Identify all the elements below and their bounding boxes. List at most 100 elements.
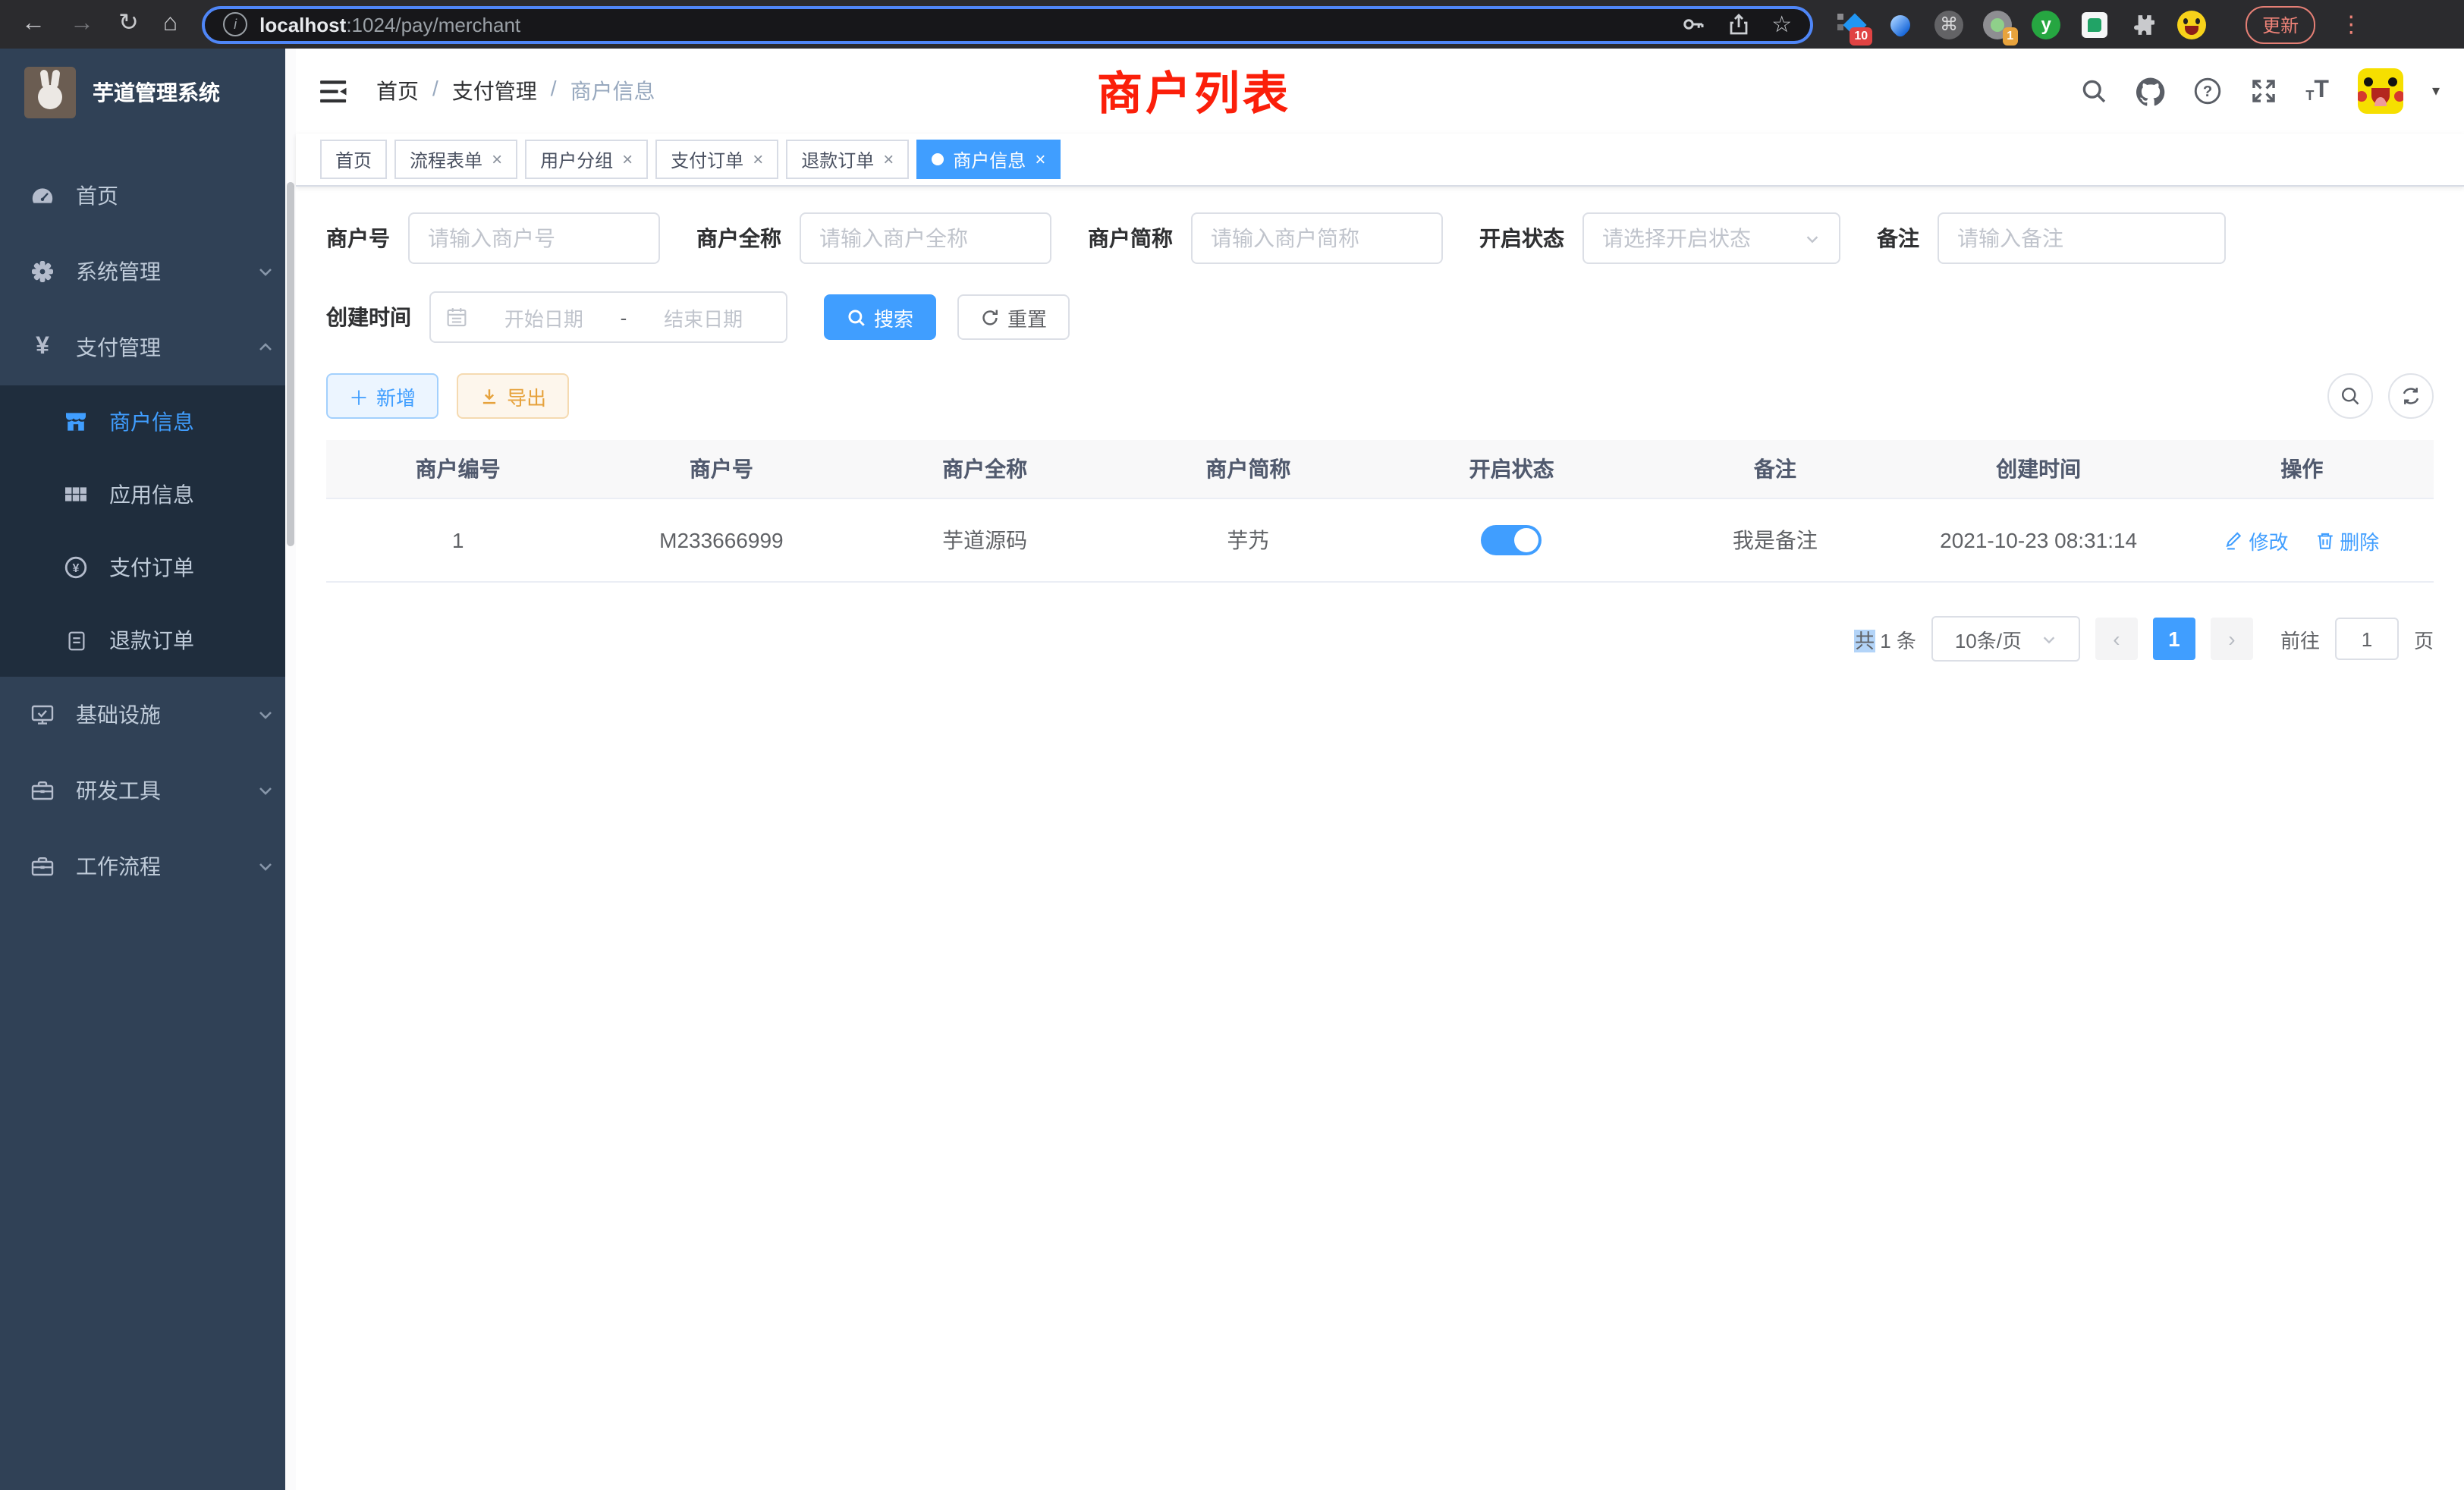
sidebar-item-label: 退款订单 (109, 625, 194, 655)
remark-label: 备注 (1877, 223, 1919, 253)
chevron-down-icon (256, 781, 275, 800)
profile-avatar-icon[interactable] (2177, 10, 2206, 39)
sidebar-item-label: 首页 (76, 181, 118, 211)
extensions-puzzle-icon[interactable] (2129, 10, 2158, 39)
extension-chat-icon[interactable] (2080, 10, 2109, 39)
tab-merchant-info[interactable]: 商户信息× (916, 140, 1061, 179)
tab-close-icon[interactable]: × (1035, 150, 1045, 168)
tab-close-icon[interactable]: × (622, 150, 633, 168)
edit-link[interactable]: 修改 (2224, 526, 2288, 555)
user-avatar[interactable] (2358, 68, 2403, 114)
cell-create-time: 2021-10-23 08:31:14 (1907, 498, 2170, 582)
reset-button[interactable]: 重置 (957, 294, 1070, 340)
search-button[interactable]: 搜索 (824, 294, 936, 340)
tab-user-group[interactable]: 用户分组× (525, 140, 648, 179)
merchant-no-input[interactable] (408, 212, 660, 264)
share-icon[interactable] (1726, 12, 1750, 36)
toggle-search-button[interactable] (2327, 373, 2373, 419)
avatar-caret-icon[interactable]: ▾ (2432, 83, 2440, 99)
font-size-icon[interactable]: TT (2305, 79, 2329, 103)
goto-page-input[interactable] (2335, 618, 2399, 660)
sidebar-item-infra[interactable]: 基础设施 (0, 677, 296, 753)
sidebar-item-label: 系统管理 (76, 256, 161, 287)
tab-home[interactable]: 首页 (320, 140, 387, 179)
browser-back-icon[interactable]: ← (21, 12, 46, 36)
bookmark-star-icon[interactable]: ☆ (1771, 11, 1792, 38)
sidebar-scrollbar[interactable] (285, 49, 296, 1490)
yen-circle-icon: ¥ (58, 555, 94, 580)
app-logo-row[interactable]: 芋道管理系统 (0, 49, 296, 134)
extension-command-icon[interactable]: ⌘ (1934, 10, 1963, 39)
page-size-select[interactable]: 10条/页 (1931, 616, 2080, 662)
export-button[interactable]: 导出 (457, 373, 569, 419)
chrome-update-button[interactable]: 更新 (2246, 5, 2315, 43)
tab-close-icon[interactable]: × (883, 150, 894, 168)
status-label: 开启状态 (1479, 223, 1564, 253)
browser-menu-icon[interactable]: ⋮ (2340, 11, 2362, 38)
delete-link[interactable]: 删除 (2315, 526, 2379, 555)
refresh-icon (980, 307, 1000, 327)
trash-icon (2315, 530, 2335, 550)
status-select-placeholder: 请选择开启状态 (1602, 223, 1751, 253)
create-time-range-picker[interactable]: 开始日期 - 结束日期 (429, 291, 787, 343)
breadcrumb-home[interactable]: 首页 (376, 76, 419, 106)
url-host: localhost (259, 13, 346, 36)
github-icon[interactable] (2136, 77, 2164, 105)
search-icon[interactable] (2079, 77, 2107, 105)
sidebar-collapse-icon[interactable] (320, 78, 349, 104)
active-tab-dot (932, 153, 944, 165)
browser-forward-icon[interactable]: → (70, 12, 94, 36)
fullscreen-icon[interactable] (2249, 77, 2277, 105)
sidebar-item-system[interactable]: 系统管理 (0, 234, 296, 310)
pencil-icon (2224, 530, 2244, 550)
tab-process-form[interactable]: 流程表单× (394, 140, 517, 179)
date-start-placeholder: 开始日期 (476, 303, 611, 332)
extension-area: 10 ⌘ 1 y (1837, 10, 2206, 39)
status-toggle[interactable] (1482, 525, 1542, 555)
extension-y-icon[interactable]: y (2032, 10, 2060, 39)
selected-text: 共 (1855, 629, 1875, 652)
chevron-down-icon (1804, 230, 1821, 247)
svg-text:¥: ¥ (73, 562, 80, 575)
sidebar-item-label: 基础设施 (76, 699, 161, 730)
remark-input[interactable] (1938, 212, 2226, 264)
sidebar-item-merchant[interactable]: 商户信息 (0, 385, 296, 458)
page-1-button[interactable]: 1 (2153, 618, 2195, 660)
prev-page-button[interactable]: ‹ (2095, 618, 2138, 660)
sidebar-item-refund-order[interactable]: 退款订单 (0, 604, 296, 677)
sidebar-item-workflow[interactable]: 工作流程 (0, 828, 296, 904)
site-info-icon[interactable]: i (223, 12, 247, 36)
sidebar-item-dev-tools[interactable]: 研发工具 (0, 753, 296, 828)
full-name-input[interactable] (800, 212, 1051, 264)
export-button-label: 导出 (507, 382, 546, 410)
chevron-down-icon (256, 262, 275, 281)
browser-reload-icon[interactable]: ↻ (118, 12, 139, 36)
sidebar-item-home[interactable]: 首页 (0, 158, 296, 234)
url-path: :1024/pay/merchant (346, 13, 520, 36)
status-select[interactable]: 请选择开启状态 (1582, 212, 1840, 264)
address-bar[interactable]: i localhost:1024/pay/merchant ☆ (202, 5, 1813, 43)
refresh-cycle-icon (2400, 385, 2422, 407)
browser-home-icon[interactable]: ⌂ (163, 12, 178, 36)
help-icon[interactable]: ? (2193, 77, 2220, 105)
tab-refund-order[interactable]: 退款订单× (786, 140, 909, 179)
sidebar-item-payment[interactable]: ¥ 支付管理 (0, 310, 296, 385)
tab-pay-order[interactable]: 支付订单× (655, 140, 778, 179)
calendar-icon (446, 306, 467, 328)
sidebar-item-pay-order[interactable]: ¥ 支付订单 (0, 531, 296, 604)
extension-diamond-icon[interactable]: 10 (1837, 10, 1866, 39)
breadcrumb-section[interactable]: 支付管理 (452, 76, 537, 106)
extension-recorder-icon[interactable]: 1 (1983, 10, 2012, 39)
extension-drop-icon[interactable] (1886, 10, 1915, 39)
app-logo-rabbit (24, 67, 76, 118)
sidebar-item-app-info[interactable]: 应用信息 (0, 458, 296, 531)
refresh-table-button[interactable] (2388, 373, 2434, 419)
breadcrumb: 首页 / 支付管理 / 商户信息 (376, 76, 655, 106)
scrollbar-thumb[interactable] (287, 182, 294, 546)
short-name-input[interactable] (1191, 212, 1443, 264)
tab-close-icon[interactable]: × (492, 150, 502, 168)
next-page-button[interactable]: › (2211, 618, 2253, 660)
key-icon[interactable] (1680, 12, 1705, 36)
tab-close-icon[interactable]: × (753, 150, 763, 168)
add-button[interactable]: ＋ 新增 (326, 373, 438, 419)
